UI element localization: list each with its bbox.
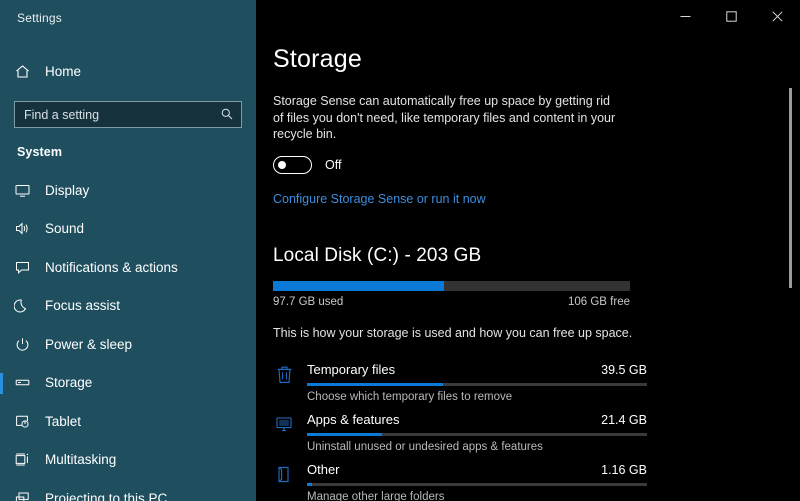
category-list: Temporary files 39.5 GB Choose which tem… bbox=[273, 356, 800, 501]
drive-icon bbox=[14, 374, 31, 391]
home-icon bbox=[14, 63, 31, 80]
sidebar-item-sound[interactable]: Sound bbox=[0, 210, 256, 249]
page-title: Storage bbox=[273, 45, 362, 73]
notification-icon bbox=[14, 259, 31, 276]
sidebar-item-power-sleep-label: Power & sleep bbox=[45, 336, 133, 352]
scrollbar-thumb[interactable] bbox=[789, 88, 792, 288]
category-size: 39.5 GB bbox=[601, 362, 647, 377]
titlebar bbox=[256, 0, 800, 32]
sidebar-item-tablet[interactable]: Tablet bbox=[0, 402, 256, 441]
category-head: Apps & features 21.4 GB bbox=[307, 412, 647, 427]
sidebar-item-storage-label: Storage bbox=[45, 375, 93, 391]
category-bar-fill bbox=[307, 482, 313, 486]
category-size: 21.4 GB bbox=[601, 412, 647, 427]
category-subtitle: Choose which temporary files to remove bbox=[307, 390, 513, 403]
category-subtitle: Manage other large folders bbox=[307, 490, 445, 501]
category-row[interactable]: Temporary files 39.5 GB Choose which tem… bbox=[273, 356, 800, 406]
sidebar-item-notifications-label: Notifications & actions bbox=[45, 259, 178, 275]
sidebar-item-display-label: Display bbox=[45, 182, 90, 198]
category-bar bbox=[307, 382, 647, 386]
toggle-knob bbox=[277, 160, 286, 169]
category-subtitle: Uninstall unused or undesired apps & fea… bbox=[307, 440, 543, 453]
search-icon[interactable] bbox=[220, 107, 234, 121]
trash-icon bbox=[273, 362, 295, 384]
category-bar bbox=[307, 482, 647, 486]
projecting-icon bbox=[14, 490, 31, 501]
disk-usage-fill bbox=[273, 280, 445, 291]
sidebar-nav-list: Display Sound Notifications & actions Fo… bbox=[0, 171, 256, 501]
speaker-icon bbox=[14, 220, 31, 237]
sidebar-item-projecting-label: Projecting to this PC bbox=[45, 490, 168, 501]
category-body: Apps & features 21.4 GB Uninstall unused… bbox=[307, 412, 647, 453]
sidebar-item-notifications[interactable]: Notifications & actions bbox=[0, 248, 256, 287]
sidebar-item-focus-assist[interactable]: Focus assist bbox=[0, 287, 256, 326]
category-name: Apps & features bbox=[307, 411, 400, 427]
sidebar-item-focus-assist-label: Focus assist bbox=[45, 298, 121, 314]
category-body: Other 1.16 GB Manage other large folders bbox=[307, 462, 647, 501]
sidebar-item-home-label: Home bbox=[45, 63, 82, 79]
category-head: Temporary files 39.5 GB bbox=[307, 362, 647, 377]
minimize-button[interactable] bbox=[662, 0, 708, 32]
app-title: Settings bbox=[17, 11, 62, 25]
sidebar-item-home[interactable]: Home bbox=[0, 54, 256, 88]
category-row[interactable]: Other 1.16 GB Manage other large folders bbox=[273, 456, 800, 501]
usage-description: This is how your storage is used and how… bbox=[273, 325, 633, 340]
sidebar-item-multitasking-label: Multitasking bbox=[45, 452, 117, 468]
disk-legend: 97.7 GB used 106 GB free bbox=[273, 296, 630, 308]
search-box[interactable] bbox=[14, 101, 242, 128]
tablet-icon bbox=[14, 413, 31, 430]
disk-usage-bar bbox=[273, 280, 630, 291]
sidebar-item-sound-label: Sound bbox=[45, 221, 85, 237]
apps-icon bbox=[273, 412, 295, 433]
folder-icon bbox=[273, 462, 295, 484]
sidebar-item-storage[interactable]: Storage bbox=[0, 364, 256, 403]
main-content: Storage Storage Sense can automatically … bbox=[256, 32, 800, 501]
power-icon bbox=[14, 336, 31, 353]
sidebar-item-tablet-label: Tablet bbox=[45, 413, 82, 429]
maximize-button[interactable] bbox=[708, 0, 754, 32]
monitor-icon bbox=[14, 182, 31, 199]
sidebar-group-title: System bbox=[17, 145, 63, 159]
configure-storage-sense-link[interactable]: Configure Storage Sense or run it now bbox=[273, 192, 486, 206]
category-name: Temporary files bbox=[307, 361, 396, 377]
main-panel: Storage Storage Sense can automatically … bbox=[256, 0, 800, 501]
search-input[interactable] bbox=[15, 102, 241, 127]
storage-sense-toggle-label: Off bbox=[325, 157, 342, 172]
category-size: 1.16 GB bbox=[601, 462, 647, 477]
category-bar-fill bbox=[307, 382, 443, 386]
sidebar-item-projecting[interactable]: Projecting to this PC bbox=[0, 479, 256, 501]
storage-sense-toggle-row: Off bbox=[273, 155, 800, 174]
category-head: Other 1.16 GB bbox=[307, 462, 647, 477]
moon-icon bbox=[14, 297, 31, 314]
sidebar-item-multitasking[interactable]: Multitasking bbox=[0, 441, 256, 480]
multitasking-icon bbox=[14, 451, 31, 468]
sidebar: Settings Home System bbox=[0, 0, 256, 501]
category-bar-fill bbox=[307, 432, 382, 436]
category-body: Temporary files 39.5 GB Choose which tem… bbox=[307, 362, 647, 403]
settings-window: Settings Home System bbox=[0, 0, 800, 501]
category-name: Other bbox=[307, 461, 340, 477]
storage-sense-toggle[interactable] bbox=[273, 155, 312, 174]
storage-sense-description: Storage Sense can automatically free up … bbox=[273, 94, 616, 141]
disk-free-label: 106 GB free bbox=[567, 295, 630, 308]
category-row[interactable]: Apps & features 21.4 GB Uninstall unused… bbox=[273, 406, 800, 456]
category-bar bbox=[307, 432, 647, 436]
sidebar-item-display[interactable]: Display bbox=[0, 171, 256, 210]
sidebar-item-power-sleep[interactable]: Power & sleep bbox=[0, 325, 256, 364]
disk-title: Local Disk (C:) - 203 GB bbox=[273, 244, 482, 266]
disk-used-label: 97.7 GB used bbox=[273, 295, 344, 308]
close-button[interactable] bbox=[754, 0, 800, 32]
search-container bbox=[0, 88, 256, 128]
